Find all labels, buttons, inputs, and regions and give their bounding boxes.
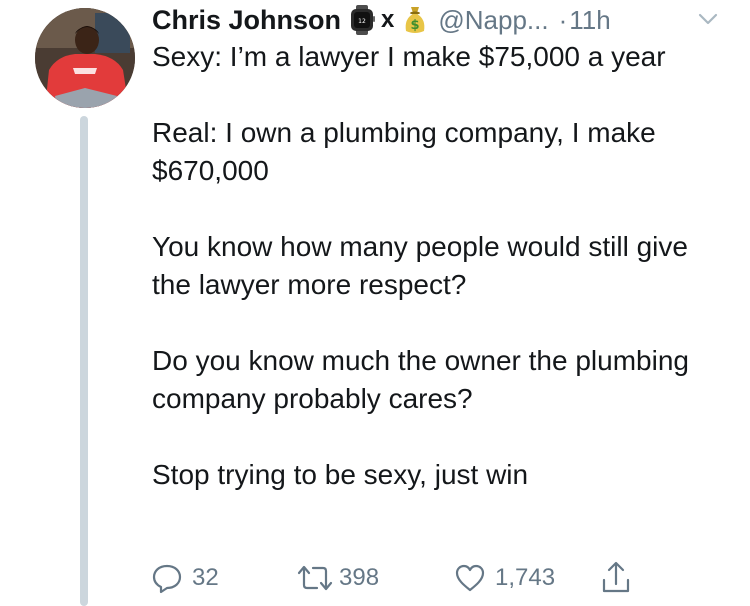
share-button[interactable] bbox=[600, 558, 632, 598]
reply-icon bbox=[150, 561, 184, 595]
tweet-paragraph: You know how many people would still giv… bbox=[152, 231, 688, 300]
svg-text:12: 12 bbox=[358, 18, 366, 25]
money-bag-emoji-icon: $ bbox=[402, 5, 428, 35]
chevron-down-icon[interactable] bbox=[697, 8, 719, 30]
svg-text:$: $ bbox=[411, 18, 420, 33]
separator-x: x bbox=[381, 6, 395, 33]
reply-count: 32 bbox=[192, 564, 219, 591]
like-count: 1,743 bbox=[495, 564, 556, 591]
time-separator: · bbox=[558, 4, 568, 35]
author-handle[interactable]: @Napp... bbox=[438, 5, 548, 36]
tweet: Chris Johnson 12 x $ @Napp... · 11h Sexy… bbox=[0, 0, 750, 606]
tweet-paragraph: Real: I own a plumbing company, I make $… bbox=[152, 117, 656, 186]
tweet-actions: 32 398 1,743 bbox=[150, 558, 650, 598]
reply-button[interactable]: 32 bbox=[150, 558, 219, 598]
like-button[interactable]: 1,743 bbox=[453, 558, 555, 598]
retweet-icon bbox=[295, 561, 335, 595]
tweet-header: Chris Johnson 12 x $ @Napp... · 11h bbox=[152, 0, 611, 40]
author-name[interactable]: Chris Johnson bbox=[152, 5, 341, 36]
retweet-button[interactable]: 398 bbox=[295, 558, 379, 598]
tweet-paragraph: Stop trying to be sexy, just win bbox=[152, 459, 529, 490]
tweet-paragraph: Do you know much the owner the plumbing … bbox=[152, 345, 689, 414]
retweet-count: 398 bbox=[339, 564, 380, 591]
tweet-text: Sexy: I’m a lawyer I make $75,000 a year… bbox=[152, 38, 732, 532]
avatar-image bbox=[35, 8, 135, 108]
tweet-paragraph: Sexy: I’m a lawyer I make $75,000 a year bbox=[152, 41, 666, 72]
tweet-time[interactable]: 11h bbox=[569, 5, 610, 36]
thread-line bbox=[80, 116, 88, 606]
heart-icon bbox=[453, 561, 487, 595]
share-icon bbox=[600, 560, 632, 596]
watch-emoji-icon: 12 bbox=[349, 5, 376, 35]
avatar[interactable] bbox=[35, 8, 135, 108]
